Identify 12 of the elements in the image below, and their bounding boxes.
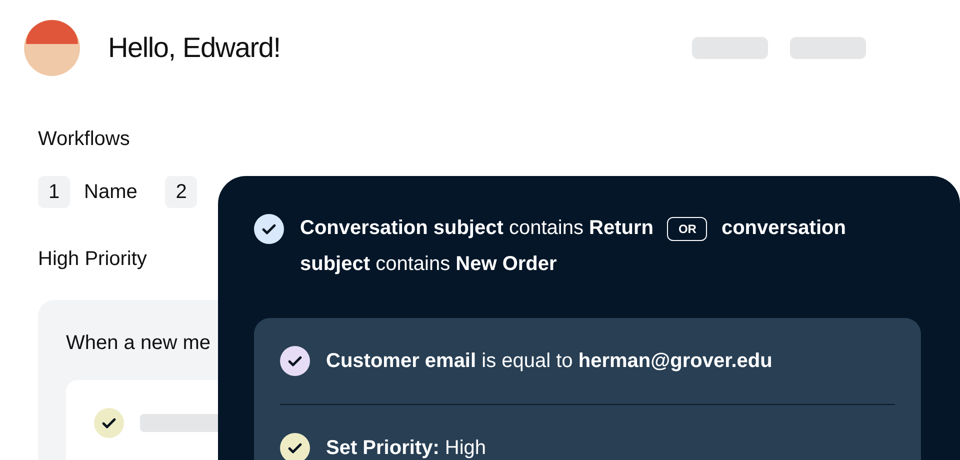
action-text: Customer email is equal to herman@grover.edu — [326, 349, 772, 374]
workflow-name: High Priority — [38, 247, 147, 272]
action-text: Set Priority: High — [326, 436, 486, 460]
avatar-icon — [22, 18, 82, 78]
operator-badge: OR — [667, 216, 708, 241]
step-label: Name — [84, 180, 138, 205]
step-number: 2 — [165, 176, 198, 208]
greeting: Hello, Edward! — [108, 31, 280, 65]
step-number: 1 — [38, 176, 70, 208]
condition-text: Conversation subject contains Return OR conversation subject contains New Order — [300, 216, 847, 277]
trigger-text: When a new me — [66, 331, 212, 356]
section-title: Workflows — [38, 127, 131, 152]
